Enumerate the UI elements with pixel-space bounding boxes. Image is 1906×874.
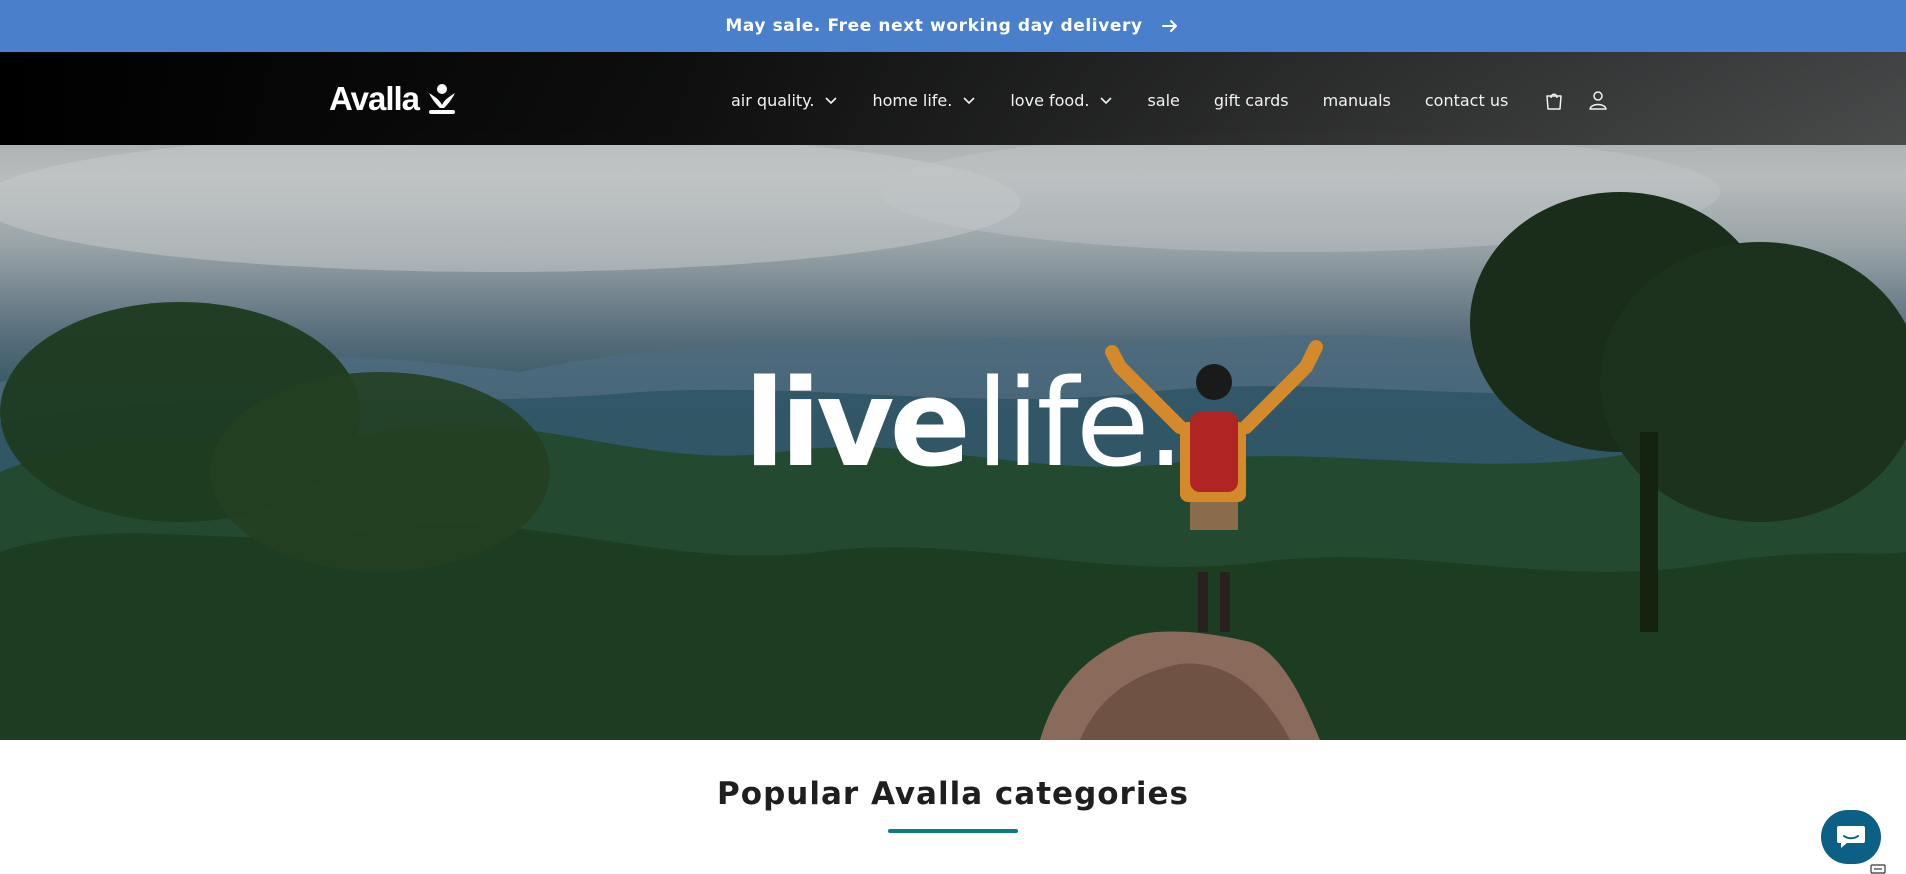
nav-item-home-life[interactable]: home life.: [872, 91, 976, 110]
nav-label[interactable]: home life.: [872, 91, 952, 110]
chat-bubble-icon[interactable]: [1835, 823, 1867, 851]
logo-text[interactable]: Avalla: [329, 80, 420, 118]
accessibility-icon[interactable]: [1870, 864, 1886, 874]
section-title-underline: [888, 829, 1018, 833]
nav-item-gift-cards[interactable]: gift cards: [1214, 91, 1289, 110]
headline-bold: live: [744, 355, 971, 494]
hero-headline: livelife.: [744, 365, 1185, 485]
site-logo[interactable]: Avalla: [329, 80, 457, 118]
announcement-bar[interactable]: May sale. Free next working day delivery: [0, 0, 1906, 52]
nav-label[interactable]: air quality.: [731, 91, 814, 110]
sprout-person-icon[interactable]: [427, 83, 457, 115]
user-icon[interactable]: [1587, 89, 1609, 111]
account-button[interactable]: [1586, 88, 1610, 112]
chevron-down-icon[interactable]: [1099, 93, 1113, 107]
chat-button[interactable]: [1821, 810, 1881, 864]
announcement-text[interactable]: May sale. Free next working day delivery: [725, 16, 1142, 36]
nav-label[interactable]: gift cards: [1214, 91, 1289, 110]
nav-item-air-quality[interactable]: air quality.: [731, 91, 838, 110]
arrow-right-icon[interactable]: [1159, 15, 1181, 37]
nav-item-sale[interactable]: sale: [1147, 91, 1179, 110]
nav-item-contact-us[interactable]: contact us: [1425, 91, 1508, 110]
cart-button[interactable]: [1542, 88, 1566, 112]
shopping-bag-icon[interactable]: [1543, 89, 1565, 111]
nav-label[interactable]: love food.: [1010, 91, 1089, 110]
main-nav: air quality. home life. love food. sale …: [731, 88, 1630, 112]
chevron-down-icon[interactable]: [824, 93, 838, 107]
nav-label[interactable]: manuals: [1323, 91, 1391, 110]
nav-label[interactable]: sale: [1147, 91, 1179, 110]
section-title: Popular Avalla categories: [717, 776, 1189, 812]
site-header: Avalla air quality. home life. love food…: [0, 52, 1906, 145]
headline-light: life.: [975, 355, 1185, 494]
nav-item-love-food[interactable]: love food.: [1010, 91, 1113, 110]
nav-item-manuals[interactable]: manuals: [1323, 91, 1391, 110]
nav-label[interactable]: contact us: [1425, 91, 1508, 110]
chevron-down-icon[interactable]: [962, 93, 976, 107]
